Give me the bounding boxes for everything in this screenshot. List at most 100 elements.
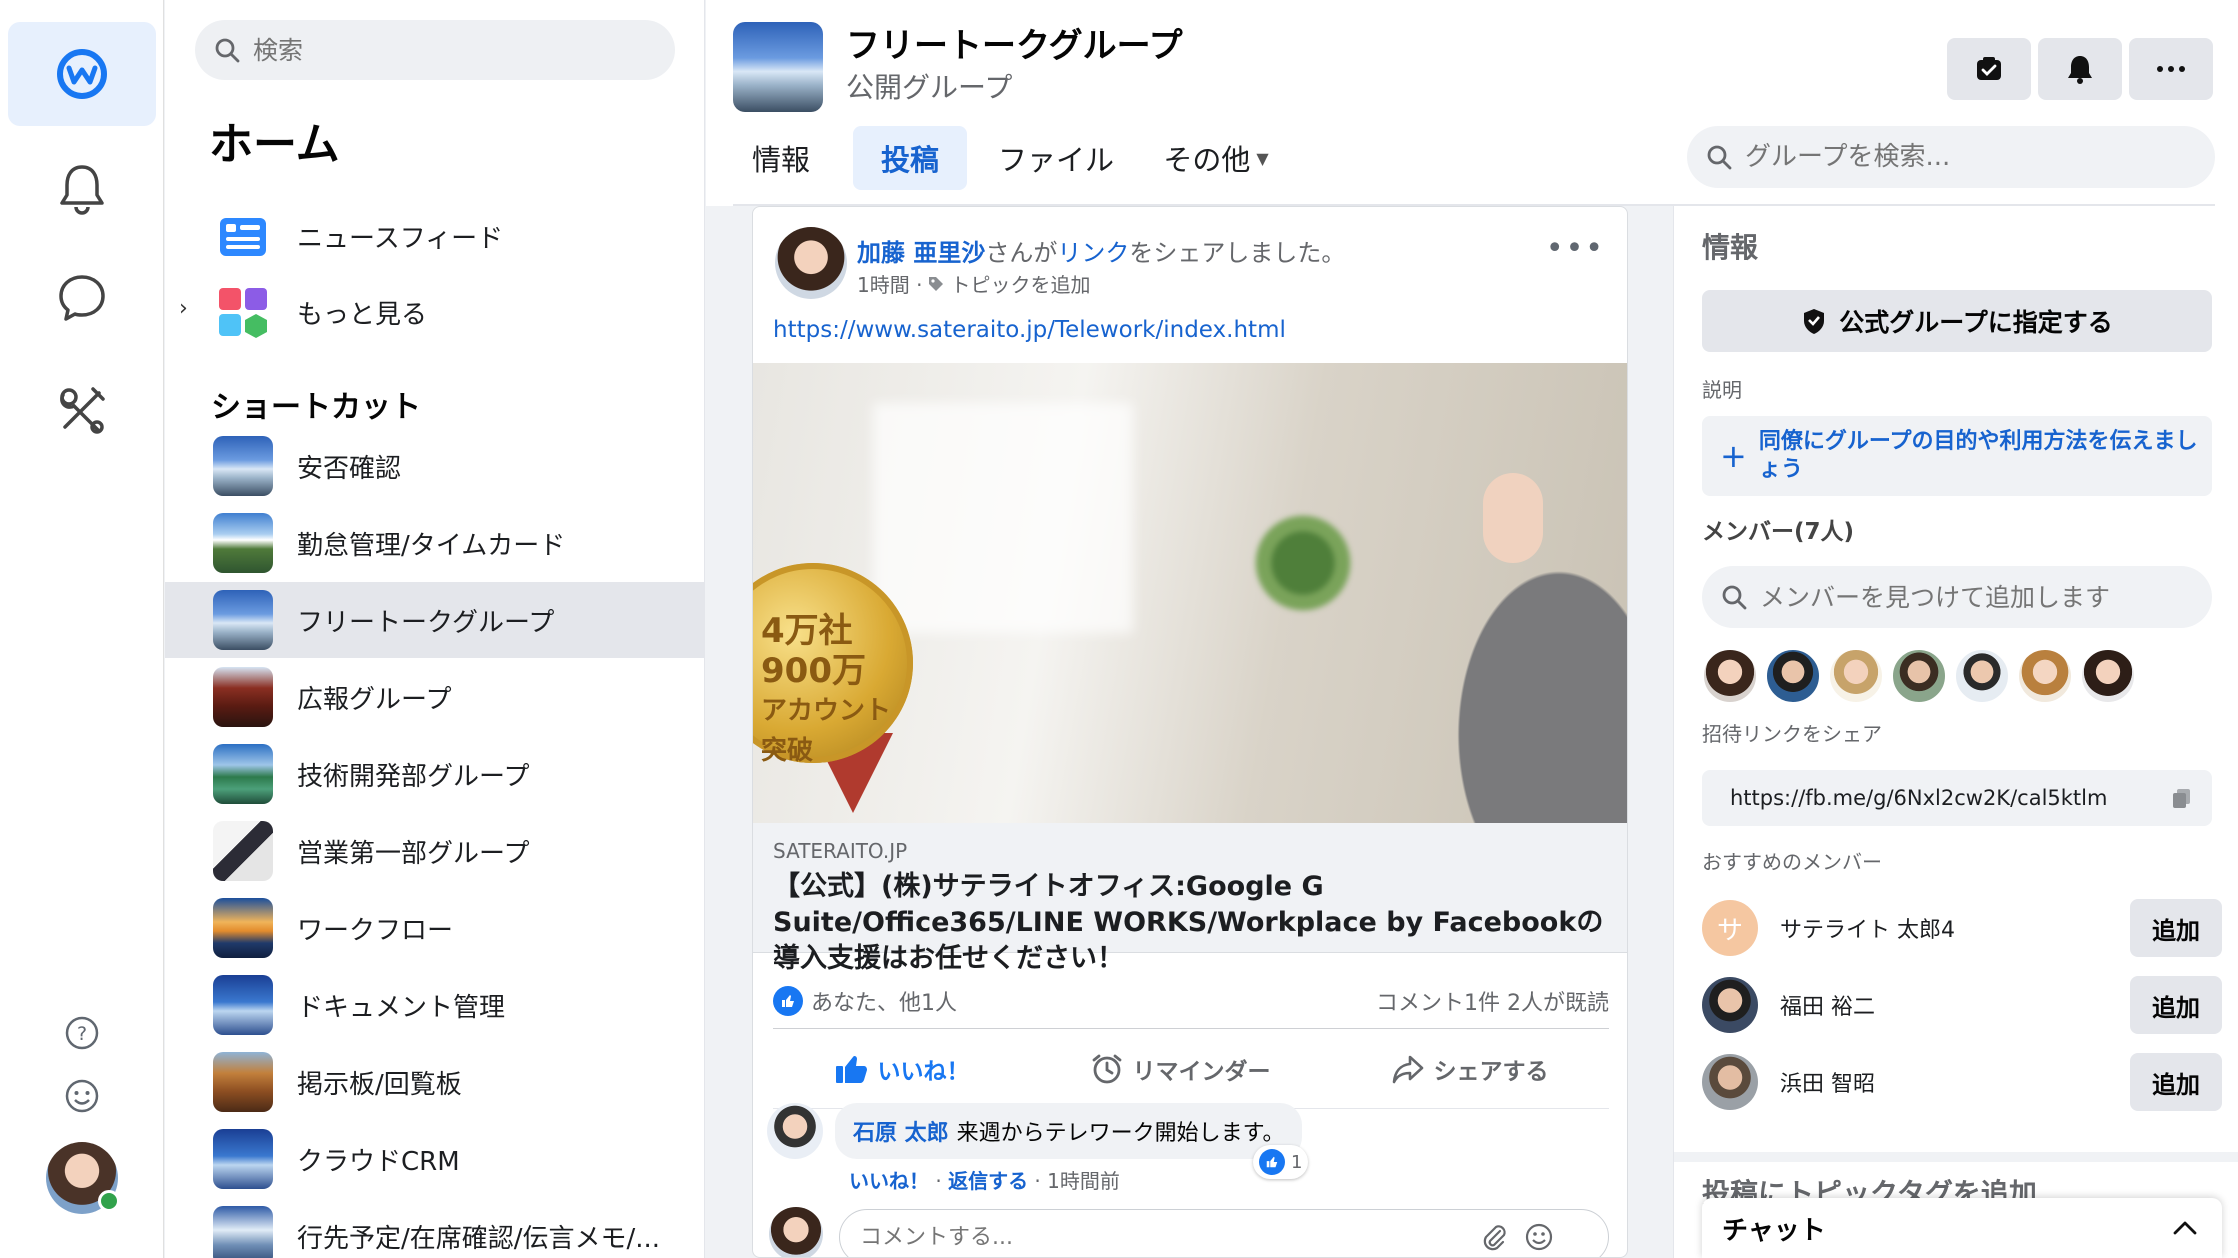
suggested-members-label: おすすめのメンバー [1702, 850, 1882, 874]
shortcut-item[interactable]: クラウドCRM [165, 1121, 704, 1197]
group-notifications-button[interactable] [2038, 38, 2122, 100]
shortcut-label: フリートークグループ [297, 607, 555, 638]
member-avatar[interactable] [2017, 648, 2073, 704]
nav-item-label: もっと見る [297, 299, 428, 330]
member-avatar[interactable] [1702, 648, 1758, 704]
add-topic-link[interactable]: トピックを追加 [950, 269, 1090, 298]
like-badge-icon [773, 985, 803, 1016]
copy-icon[interactable] [2170, 786, 2194, 810]
post-actions: いいね！ リマインダー シェアする [773, 1029, 1609, 1109]
help-icon[interactable]: ? [58, 1009, 106, 1057]
workplace-logo-icon[interactable] [8, 22, 156, 126]
suggested-member-avatar[interactable]: サ [1702, 900, 1758, 956]
post-link-word[interactable]: リンク [1057, 239, 1129, 267]
attachment-paperclip-icon[interactable] [1480, 1223, 1508, 1251]
add-member-button[interactable]: 追加 [2130, 899, 2222, 957]
comment-like-link[interactable]: いいね！ [849, 1169, 929, 1193]
caret-down-icon: ▼ [1256, 148, 1269, 168]
comment-input[interactable] [860, 1224, 1480, 1250]
suggested-member-name[interactable]: 福田 裕二 [1780, 989, 2130, 1021]
nav-panel: ホーム ニュースフィード › もっと見る ショートカット 安否確認 勤怠管理/タ… [165, 0, 705, 1258]
post-author-link[interactable]: 加藤 亜里沙 [857, 239, 985, 267]
member-search-input[interactable] [1760, 582, 2200, 612]
shortcut-item[interactable]: 技術開発部グループ [165, 736, 704, 812]
comment-bubble: 石原 太郎 来週からテレワーク開始します。 [835, 1103, 1303, 1159]
post-time[interactable]: 1時間 · [857, 269, 922, 298]
group-thumbnail [213, 436, 273, 496]
invite-link-box[interactable]: https://fb.me/g/6Nxl2cw2K/cal5ktlm [1702, 770, 2212, 826]
suggested-member-name[interactable]: 浜田 智昭 [1780, 1066, 2130, 1098]
group-thumbnail [213, 898, 273, 958]
reminder-button[interactable]: リマインダー [1091, 1052, 1271, 1086]
tools-icon[interactable] [42, 370, 122, 450]
tab-posts[interactable]: 投稿 [853, 126, 967, 190]
suggested-member-name[interactable]: サテライト 太郎4 [1780, 912, 2130, 944]
shortcuts-heading: ショートカット [211, 390, 421, 425]
more-options-button[interactable] [2129, 38, 2213, 100]
notifications-bell-icon[interactable] [42, 148, 122, 228]
image-plant [1253, 503, 1353, 623]
add-member-button[interactable]: 追加 [2130, 1053, 2222, 1111]
like-button[interactable]: いいね！ [834, 1052, 970, 1086]
add-member-button[interactable]: 追加 [2130, 976, 2222, 1034]
member-avatar[interactable] [1828, 648, 1884, 704]
task-check-button[interactable] [1947, 38, 2031, 100]
comment-like-count[interactable]: 1 [1253, 1145, 1309, 1179]
group-search-box[interactable] [1687, 126, 2215, 188]
comments-seen-text[interactable]: コメント1件 2人が既読 [1376, 985, 1609, 1017]
shortcut-item[interactable]: ワークフロー [165, 890, 704, 966]
invite-link-text: https://fb.me/g/6Nxl2cw2K/cal5ktlm [1730, 786, 2108, 810]
member-avatar[interactable] [2080, 648, 2136, 704]
tab-info[interactable]: 情報 [735, 126, 827, 190]
shortcut-item[interactable]: 広報グループ [165, 659, 704, 735]
comment-reply-link[interactable]: 返信する [948, 1169, 1028, 1193]
tag-icon [929, 276, 944, 291]
member-avatar[interactable] [1891, 648, 1947, 704]
chat-bubble-icon[interactable] [42, 258, 122, 338]
nav-search-box[interactable] [195, 20, 675, 80]
post-action-end: をシェアしました。 [1129, 239, 1346, 267]
shortcut-item[interactable]: 安否確認 [165, 428, 704, 504]
post-more-icon[interactable]: ••• [1546, 231, 1605, 266]
post-author-avatar[interactable] [775, 227, 847, 299]
tab-more[interactable]: その他 ▼ [1146, 126, 1286, 190]
share-button[interactable]: シェアする [1392, 1052, 1549, 1086]
make-official-group-button[interactable]: 公式グループに指定する [1702, 290, 2212, 352]
comment-input-box[interactable] [839, 1209, 1609, 1257]
feedback-smiley-icon[interactable] [58, 1072, 106, 1120]
chat-bar[interactable]: チャット [1702, 1198, 2222, 1258]
link-preview-image[interactable]: 4万社 900万 アカウント 突破 [753, 363, 1627, 823]
shortcut-label: 広報グループ [297, 684, 452, 715]
suggested-member-avatar[interactable] [1702, 1054, 1758, 1110]
emoji-smiley-icon[interactable] [1524, 1222, 1554, 1252]
suggested-member-avatar[interactable] [1702, 977, 1758, 1033]
nav-item-more[interactable]: もっと見る [165, 274, 704, 350]
member-search-box[interactable] [1702, 566, 2212, 628]
shortcut-item-active[interactable]: フリートークグループ [165, 582, 704, 658]
chevron-up-icon[interactable] [2172, 1220, 2198, 1236]
nav-item-newsfeed[interactable]: ニュースフィード [165, 198, 704, 274]
member-avatar[interactable] [1954, 648, 2010, 704]
info-heading: 情報 [1702, 231, 1759, 264]
tab-files[interactable]: ファイル [986, 126, 1126, 190]
post-url-link[interactable]: https://www.sateraito.jp/Telework/index.… [773, 317, 1286, 343]
add-description-button[interactable]: + 同僚にグループの目的や利用方法を伝えましょう [1702, 416, 2212, 496]
shortcut-item[interactable]: 営業第一部グループ [165, 813, 704, 889]
svg-text:?: ? [77, 1023, 87, 1045]
shortcut-item[interactable]: ドキュメント管理 [165, 967, 704, 1043]
suggested-member-row: 福田 裕二 追加 [1702, 973, 2222, 1037]
member-avatar[interactable] [1765, 648, 1821, 704]
link-preview-text[interactable]: SATERAITO.JP 【公式】(株)サテライトオフィス:Google G S… [753, 823, 1627, 974]
commenter-name[interactable]: 石原 太郎 [853, 1115, 949, 1147]
commenter-avatar[interactable] [767, 1103, 823, 1159]
profile-avatar[interactable] [46, 1142, 120, 1214]
shortcut-label: 行先予定/在席確認/伝言メモ/... [297, 1223, 661, 1254]
shortcut-item[interactable]: 掲示板/回覧板 [165, 1044, 704, 1120]
group-thumbnail [213, 744, 273, 804]
shortcut-item[interactable]: 勤怠管理/タイムカード [165, 505, 704, 581]
reaction-count[interactable]: あなた、他1人 [773, 985, 957, 1017]
group-search-input[interactable] [1745, 142, 2195, 172]
nav-search-input[interactable] [253, 35, 653, 65]
shortcut-item[interactable]: 行先予定/在席確認/伝言メモ/... [165, 1198, 704, 1258]
comment-time[interactable]: 1時間前 [1047, 1169, 1120, 1193]
